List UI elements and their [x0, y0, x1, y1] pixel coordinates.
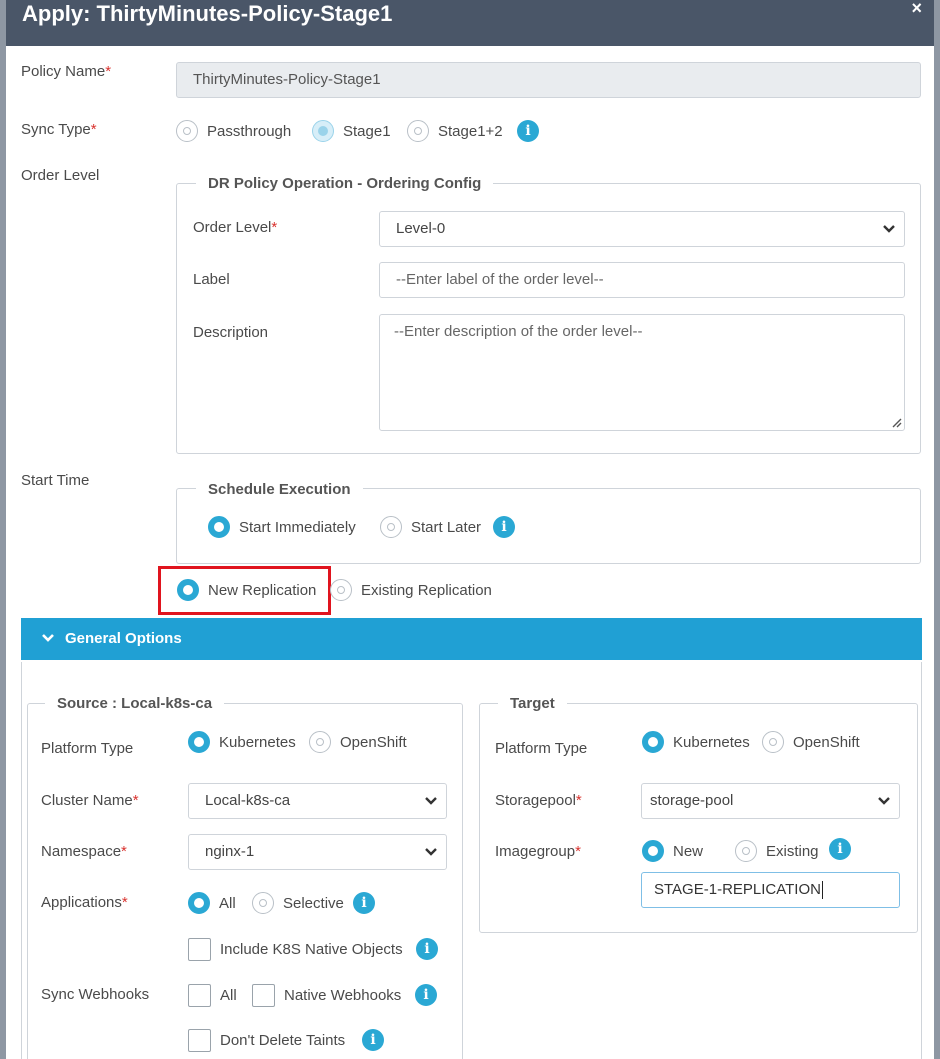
sync-type-stage1-radio[interactable]: Stage1: [312, 120, 391, 142]
sync-webhooks-label: Sync Webhooks: [41, 986, 150, 1003]
general-options-header[interactable]: General Options: [21, 618, 922, 660]
dialog-header: Apply: ThirtyMinutes-Policy-Stage1 ×: [6, 0, 934, 46]
target-platform-type-label: Platform Type: [495, 740, 588, 757]
sync-type-passthrough-radio[interactable]: Passthrough: [176, 120, 291, 142]
resize-grip-icon[interactable]: [890, 416, 902, 428]
description-placeholder: --Enter description of the order level--: [394, 323, 643, 340]
applications-info-icon[interactable]: i: [353, 892, 375, 914]
chevron-down-icon: [883, 225, 895, 233]
sync-webhooks-info-icon[interactable]: i: [415, 984, 437, 1006]
applications-label: Applications*: [41, 894, 128, 911]
start-later-radio[interactable]: Start Later: [380, 516, 481, 538]
general-options-title: General Options: [65, 630, 182, 647]
backdrop-right: [934, 0, 940, 1059]
namespace-select[interactable]: nginx-1: [188, 834, 447, 870]
source-legend: Source : Local-k8s-ca: [45, 695, 225, 712]
sync-type-stage1plus2-radio[interactable]: Stage1+2: [407, 120, 503, 142]
cluster-name-select[interactable]: Local-k8s-ca: [188, 783, 447, 819]
start-immediately-radio[interactable]: Start Immediately: [208, 516, 356, 538]
chevron-down-icon: [425, 797, 437, 805]
close-icon[interactable]: ×: [911, 0, 922, 19]
order-level-section-label: Order Level: [21, 167, 100, 184]
imagegroup-existing-radio[interactable]: Existing: [735, 840, 819, 862]
include-native-objects-checkbox[interactable]: Include K8S Native Objects: [188, 938, 403, 961]
chevron-down-icon: [878, 797, 890, 805]
storagepool-label: Storagepool*: [495, 792, 582, 809]
sync-webhooks-all-checkbox[interactable]: All: [188, 984, 237, 1007]
source-openshift-radio[interactable]: OpenShift: [309, 731, 407, 753]
target-kubernetes-radio[interactable]: Kubernetes: [642, 731, 750, 753]
start-time-label: Start Time: [21, 472, 90, 489]
sync-type-label: Sync Type*: [21, 121, 97, 138]
target-openshift-radio[interactable]: OpenShift: [762, 731, 860, 753]
description-textarea[interactable]: --Enter description of the order level--: [379, 314, 905, 431]
imagegroup-info-icon[interactable]: i: [829, 838, 851, 860]
schedule-execution-legend: Schedule Execution: [196, 481, 363, 498]
cluster-name-label: Cluster Name*: [41, 792, 139, 809]
backdrop-left: [0, 0, 6, 1059]
storagepool-select[interactable]: storage-pool: [641, 783, 900, 819]
native-webhooks-checkbox[interactable]: Native Webhooks: [252, 984, 401, 1007]
imagegroup-label: Imagegroup*: [495, 843, 581, 860]
taints-info-icon[interactable]: i: [362, 1029, 384, 1051]
order-level-select[interactable]: Level-0: [379, 211, 905, 247]
policy-name-field: ThirtyMinutes-Policy-Stage1: [176, 62, 921, 98]
chevron-down-icon: [42, 634, 54, 642]
label-field-label: Label: [193, 271, 230, 288]
policy-name-label: Policy Name*: [21, 63, 112, 80]
ordering-config-legend: DR Policy Operation - Ordering Config: [196, 175, 494, 192]
dialog-title: Apply: ThirtyMinutes-Policy-Stage1: [22, 1, 393, 26]
description-label: Description: [193, 324, 269, 341]
imagegroup-name-input[interactable]: STAGE-1-REPLICATION: [641, 872, 900, 908]
text-cursor: [821, 881, 823, 900]
namespace-label: Namespace*: [41, 843, 127, 860]
new-replication-radio[interactable]: New Replication: [177, 579, 316, 601]
imagegroup-new-radio[interactable]: New: [642, 840, 703, 862]
include-native-info-icon[interactable]: i: [416, 938, 438, 960]
target-legend: Target: [498, 695, 567, 712]
source-kubernetes-radio[interactable]: Kubernetes: [188, 731, 296, 753]
chevron-down-icon: [425, 848, 437, 856]
source-platform-type-label: Platform Type: [41, 740, 134, 757]
existing-replication-radio[interactable]: Existing Replication: [330, 579, 492, 601]
order-level-label: Order Level*: [193, 219, 278, 236]
dont-delete-taints-checkbox[interactable]: Don't Delete Taints: [188, 1029, 345, 1052]
applications-selective-radio[interactable]: Selective: [252, 892, 344, 914]
sync-type-info-icon[interactable]: i: [517, 120, 539, 142]
start-time-info-icon[interactable]: i: [493, 516, 515, 538]
order-level-label-input[interactable]: --Enter label of the order level--: [379, 262, 905, 298]
applications-all-radio[interactable]: All: [188, 892, 236, 914]
